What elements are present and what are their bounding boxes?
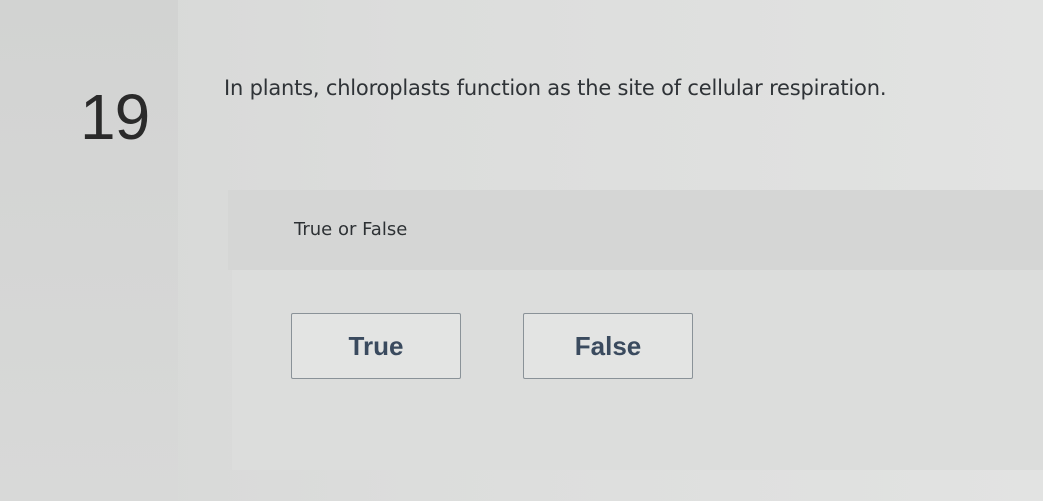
question-number: 19 bbox=[80, 81, 150, 153]
question-page: 19 In plants, chloroplasts function as t… bbox=[0, 0, 1043, 501]
false-button[interactable]: False bbox=[523, 313, 693, 379]
question-text: In plants, chloroplasts function as the … bbox=[224, 76, 887, 100]
prompt-label: True or False bbox=[294, 219, 408, 240]
true-button[interactable]: True bbox=[291, 313, 461, 379]
question-number-panel bbox=[0, 0, 178, 501]
